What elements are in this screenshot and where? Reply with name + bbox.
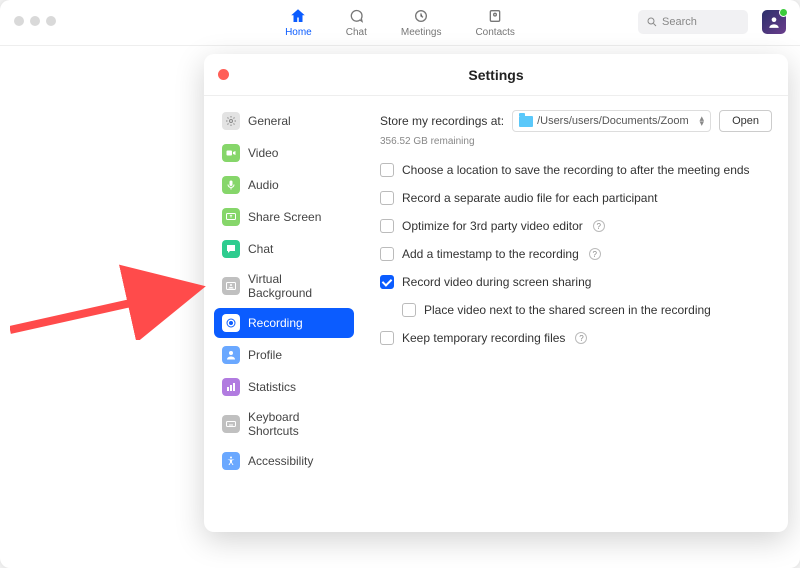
sidebar-item-audio[interactable]: Audio (214, 170, 354, 200)
tab-label: Chat (346, 27, 367, 38)
recording-option: Optimize for 3rd party video editor? (380, 219, 772, 233)
checkbox[interactable] (380, 191, 394, 205)
recording-option: Keep temporary recording files? (380, 331, 772, 345)
contacts-icon (486, 7, 504, 25)
sidebar-item-label: Keyboard Shortcuts (248, 410, 346, 438)
store-path-row: Store my recordings at: /Users/users/Doc… (380, 110, 772, 132)
avatar-icon (767, 15, 781, 29)
sidebar-item-accessibility[interactable]: Accessibility (214, 446, 354, 476)
search-placeholder: Search (662, 16, 697, 28)
sidebar-item-label: Statistics (248, 380, 296, 394)
home-icon (289, 7, 307, 25)
recording-options: Choose a location to save the recording … (380, 163, 772, 345)
store-label: Store my recordings at: (380, 114, 504, 128)
sidebar-item-statistics[interactable]: Statistics (214, 372, 354, 402)
checkbox[interactable] (380, 219, 394, 233)
help-icon[interactable]: ? (593, 220, 605, 232)
chat-icon (222, 240, 240, 258)
sidebar-item-keyboard-shortcuts[interactable]: Keyboard Shortcuts (214, 404, 354, 444)
recording-path-select[interactable]: /Users/users/Documents/Zoom ▴▾ (512, 110, 711, 132)
option-label: Place video next to the shared screen in… (424, 303, 711, 317)
video-icon (222, 144, 240, 162)
sidebar-item-general[interactable]: General (214, 106, 354, 136)
sidebar-item-label: Share Screen (248, 210, 321, 224)
accessibility-icon (222, 452, 240, 470)
help-icon[interactable]: ? (575, 332, 587, 344)
vbg-icon (222, 277, 240, 295)
close-icon[interactable] (218, 69, 229, 80)
tab-meetings[interactable]: Meetings (401, 7, 442, 38)
sidebar-item-label: General (248, 114, 291, 128)
recording-option: Add a timestamp to the recording? (380, 247, 772, 261)
settings-title: Settings (468, 67, 523, 83)
audio-icon (222, 176, 240, 194)
settings-window: Settings General Video Audio Share Screen Ch… (204, 54, 788, 532)
chevron-updown-icon: ▴▾ (700, 116, 705, 126)
search-input[interactable]: Search (638, 10, 748, 34)
tab-label: Contacts (475, 27, 514, 38)
checkbox[interactable] (380, 247, 394, 261)
zoom-main-window: Home Chat Meetings Contacts (0, 0, 800, 568)
folder-icon (519, 116, 533, 127)
profile-icon (222, 346, 240, 364)
recording-option: Record video during screen sharing (380, 275, 772, 289)
settings-header: Settings (204, 54, 788, 96)
tab-label: Meetings (401, 27, 442, 38)
sidebar-item-label: Accessibility (248, 454, 313, 468)
option-label: Choose a location to save the recording … (402, 163, 750, 177)
option-label: Optimize for 3rd party video editor (402, 219, 583, 233)
sidebar-item-recording[interactable]: Recording (214, 308, 354, 338)
tab-contacts[interactable]: Contacts (475, 7, 514, 38)
top-nav: Home Chat Meetings Contacts (0, 0, 800, 46)
recording-option: Choose a location to save the recording … (380, 163, 772, 177)
settings-sidebar: General Video Audio Share Screen Chat Virtual… (204, 96, 364, 532)
sidebar-item-label: Profile (248, 348, 282, 362)
checkbox[interactable] (402, 303, 416, 317)
option-label: Record video during screen sharing (402, 275, 591, 289)
recording-panel: Store my recordings at: /Users/users/Doc… (364, 96, 788, 532)
storage-remaining: 356.52 GB remaining (380, 136, 772, 147)
tab-label: Home (285, 27, 312, 38)
checkbox[interactable] (380, 331, 394, 345)
sidebar-item-chat[interactable]: Chat (214, 234, 354, 264)
sidebar-item-label: Chat (248, 242, 273, 256)
recording-path: /Users/users/Documents/Zoom (537, 115, 689, 127)
sidebar-item-label: Virtual Background (248, 272, 346, 300)
sidebar-item-profile[interactable]: Profile (214, 340, 354, 370)
sidebar-item-label: Video (248, 146, 278, 160)
sidebar-item-video[interactable]: Video (214, 138, 354, 168)
keyboard-icon (222, 415, 240, 433)
checkbox[interactable] (380, 163, 394, 177)
sidebar-item-label: Audio (248, 178, 279, 192)
clock-icon (412, 7, 430, 25)
recording-option: Place video next to the shared screen in… (402, 303, 772, 317)
settings-body: General Video Audio Share Screen Chat Virtual… (204, 96, 788, 532)
gear-icon (222, 112, 240, 130)
top-tabs: Home Chat Meetings Contacts (285, 7, 515, 38)
help-icon[interactable]: ? (589, 248, 601, 260)
avatar[interactable] (762, 10, 786, 34)
share-icon (222, 208, 240, 226)
chat-icon (347, 7, 365, 25)
option-label: Record a separate audio file for each pa… (402, 191, 658, 205)
checkbox[interactable] (380, 275, 394, 289)
recording-option: Record a separate audio file for each pa… (380, 191, 772, 205)
sidebar-item-virtual-background[interactable]: Virtual Background (214, 266, 354, 306)
open-button[interactable]: Open (719, 110, 772, 132)
sidebar-item-share-screen[interactable]: Share Screen (214, 202, 354, 232)
option-label: Add a timestamp to the recording (402, 247, 579, 261)
tab-home[interactable]: Home (285, 7, 312, 38)
option-label: Keep temporary recording files (402, 331, 565, 345)
tab-chat[interactable]: Chat (346, 7, 367, 38)
stats-icon (222, 378, 240, 396)
sidebar-item-label: Recording (248, 316, 303, 330)
record-icon (222, 314, 240, 332)
